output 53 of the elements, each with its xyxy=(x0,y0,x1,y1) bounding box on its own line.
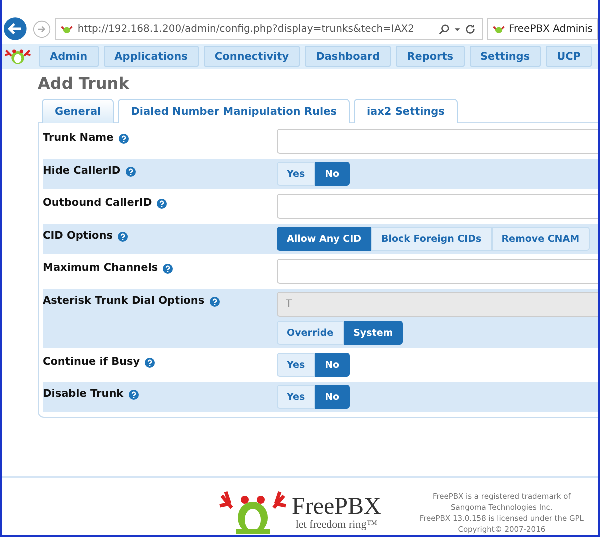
help-icon[interactable] xyxy=(126,167,136,177)
nav-menu-button[interactable]: Admin xyxy=(39,46,99,67)
toggle-option-button[interactable]: Yes xyxy=(277,353,316,377)
brand-name: FreePBX xyxy=(292,495,382,519)
back-icon[interactable] xyxy=(4,17,27,41)
address-bar[interactable]: http://192.168.1.200/admin/config.php?display=trunks&tech=IAX2 xyxy=(54,18,483,40)
help-icon[interactable] xyxy=(145,358,156,368)
help-icon[interactable] xyxy=(210,297,220,307)
help-icon[interactable] xyxy=(128,390,139,400)
help-icon[interactable] xyxy=(118,134,129,144)
tab[interactable]: Dialed Number Manipulation Rules xyxy=(118,99,350,123)
toggle-option-button[interactable]: Yes xyxy=(277,162,316,186)
nav-menu-button[interactable]: Dashboard xyxy=(305,46,392,67)
nav-menu-button[interactable]: Reports xyxy=(396,46,464,67)
text-input-field[interactable] xyxy=(277,194,598,219)
frog-logo-icon[interactable] xyxy=(4,46,32,66)
text-input-field[interactable] xyxy=(277,129,598,154)
url-text: http://192.168.1.200/admin/config.php?display=trunks&tech=IAX2 xyxy=(78,24,416,34)
nav-menu-button[interactable]: UCP xyxy=(546,46,592,67)
toggle-option-button[interactable]: Allow Any CID xyxy=(277,227,372,251)
field-label: CID Options xyxy=(43,230,113,242)
browser-tab[interactable]: FreePBX Adminis xyxy=(486,18,598,40)
dropdown-caret-icon[interactable] xyxy=(454,26,461,32)
toggle-option-button[interactable]: Yes xyxy=(277,385,316,409)
field-label: Maximum Channels xyxy=(43,262,158,274)
field-label: Continue if Busy xyxy=(43,356,140,368)
help-icon[interactable] xyxy=(118,232,128,242)
nav-menu-button[interactable]: Applications xyxy=(104,46,199,67)
field-label: Outbound CallerID xyxy=(43,197,152,209)
toggle-option-button[interactable]: No xyxy=(315,162,350,186)
toggle-option-button[interactable]: Block Foreign CIDs xyxy=(371,227,492,251)
toggle-option-button[interactable]: No xyxy=(315,353,350,377)
field-label: Trunk Name xyxy=(43,132,114,144)
field-label: Disable Trunk xyxy=(43,388,124,400)
field-label: Asterisk Trunk Dial Options xyxy=(43,295,205,307)
help-icon[interactable] xyxy=(157,199,168,209)
tab[interactable]: General xyxy=(42,99,114,123)
help-icon[interactable] xyxy=(163,264,174,274)
toggle-option-button[interactable]: Remove CNAM xyxy=(492,227,590,251)
nav-menu-button[interactable]: Settings xyxy=(470,46,542,67)
field-label: Hide CallerID xyxy=(43,165,121,177)
nav-menu-button[interactable]: Connectivity xyxy=(204,46,300,67)
toggle-option-button[interactable]: Override xyxy=(277,321,344,345)
frog-icon xyxy=(60,24,74,34)
frog-icon xyxy=(492,24,506,34)
search-icon[interactable] xyxy=(438,24,450,34)
toggle-option-button[interactable]: System xyxy=(344,321,404,345)
refresh-icon[interactable] xyxy=(464,24,476,34)
page-title: Add Trunk xyxy=(38,74,130,93)
brand-tagline: let freedom ring™ xyxy=(296,519,378,531)
tab[interactable]: iax2 Settings xyxy=(354,99,458,123)
toggle-option-button[interactable]: No xyxy=(315,385,350,409)
text-input-field[interactable] xyxy=(277,259,598,284)
